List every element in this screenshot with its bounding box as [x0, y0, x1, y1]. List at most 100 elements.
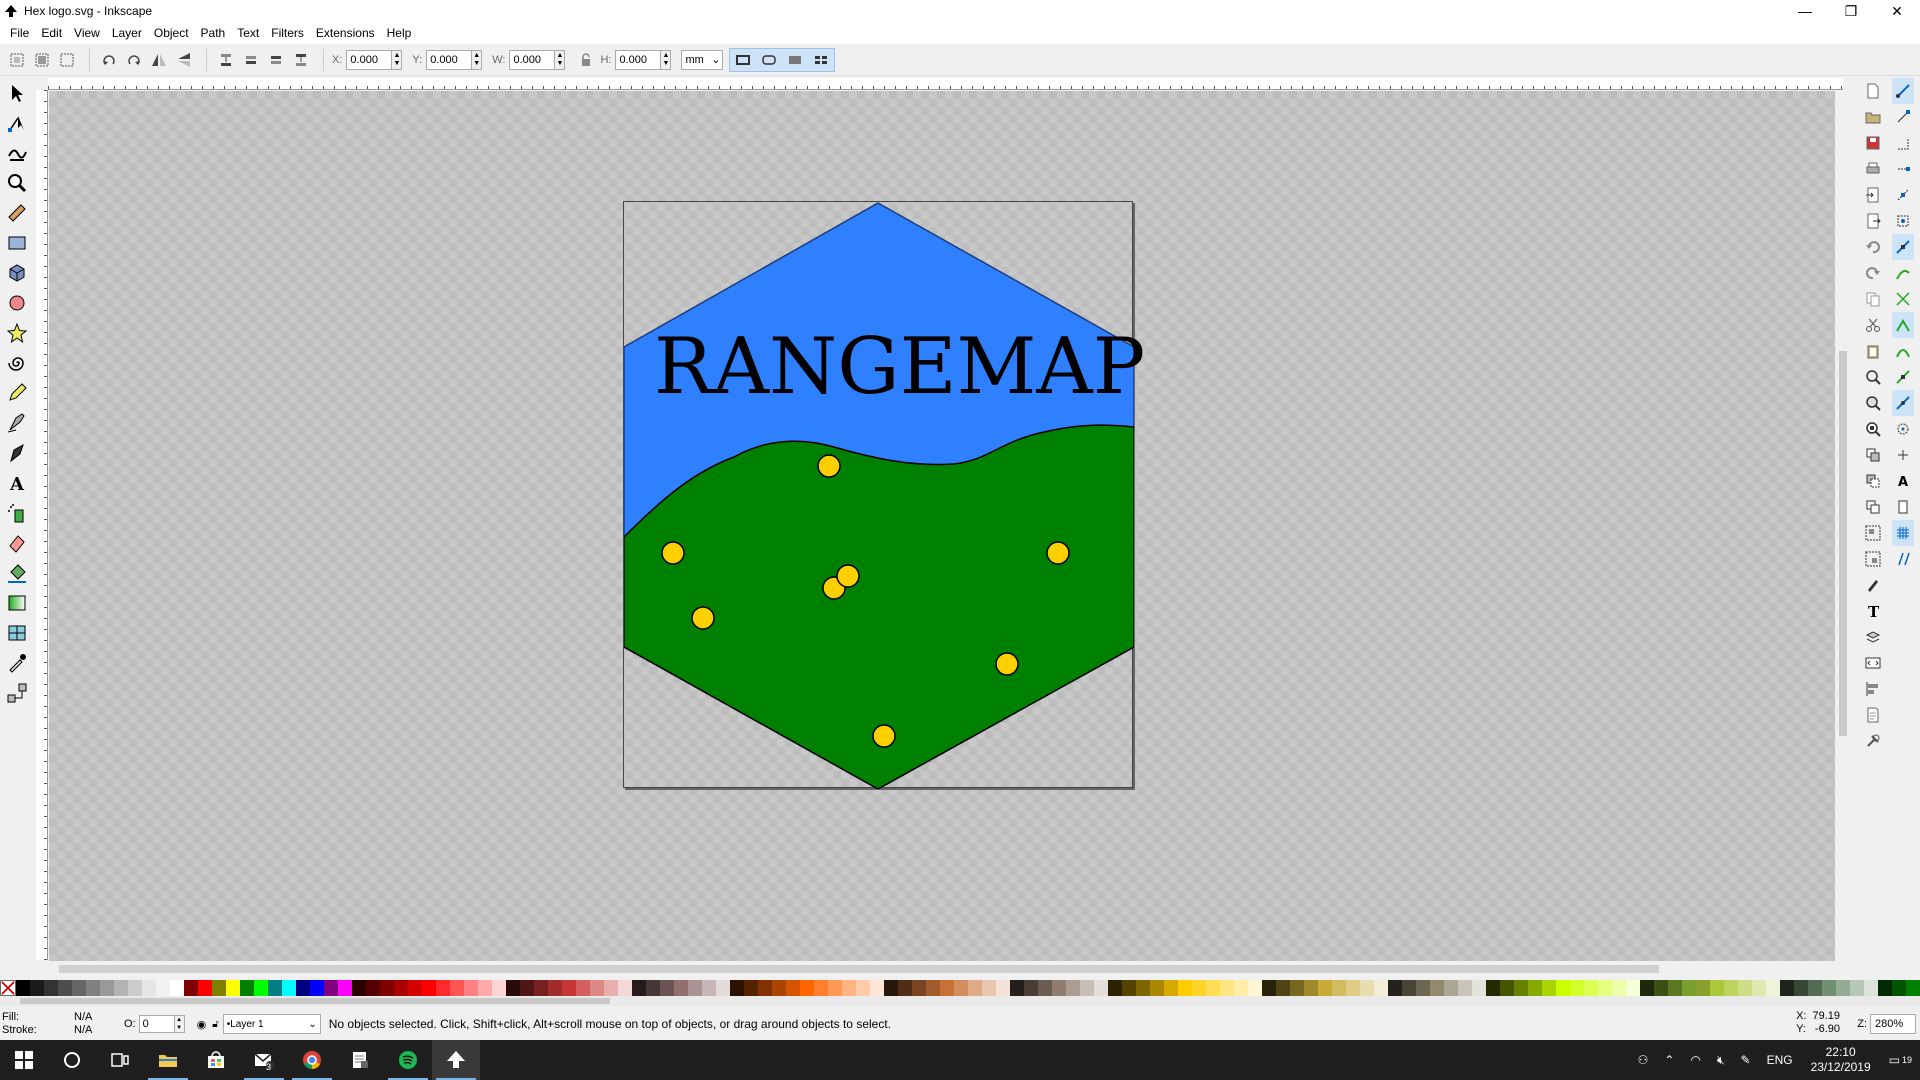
color-swatch[interactable]	[604, 980, 618, 996]
color-swatch[interactable]	[268, 980, 282, 996]
color-swatch[interactable]	[1794, 980, 1808, 996]
color-swatch[interactable]	[1262, 980, 1276, 996]
color-swatch[interactable]	[926, 980, 940, 996]
snap-intersections-icon[interactable]	[1892, 286, 1914, 312]
color-swatch[interactable]	[1500, 980, 1514, 996]
color-swatch[interactable]	[240, 980, 254, 996]
maximize-button[interactable]: ❐	[1828, 0, 1874, 22]
rotate-ccw-icon[interactable]	[98, 49, 120, 71]
color-swatch[interactable]	[1178, 980, 1192, 996]
color-swatch[interactable]	[1192, 980, 1206, 996]
color-swatch[interactable]	[1080, 980, 1094, 996]
color-swatch[interactable]	[1150, 980, 1164, 996]
paste-icon[interactable]	[1862, 338, 1884, 364]
export-icon[interactable]	[1862, 208, 1884, 234]
menu-file[interactable]: File	[4, 24, 35, 42]
zoom-selection-icon[interactable]	[1862, 364, 1884, 390]
eye-icon[interactable]: ◉	[197, 1018, 207, 1031]
color-swatch[interactable]	[478, 980, 492, 996]
color-swatch[interactable]	[1612, 980, 1626, 996]
color-swatch[interactable]	[1724, 980, 1738, 996]
snap-bbox-icon[interactable]	[1892, 104, 1914, 130]
color-swatch[interactable]	[1486, 980, 1500, 996]
color-swatch[interactable]	[590, 980, 604, 996]
open-folder-icon[interactable]	[1862, 104, 1884, 130]
menu-help[interactable]: Help	[381, 24, 418, 42]
color-swatch[interactable]	[366, 980, 380, 996]
color-swatch[interactable]	[632, 980, 646, 996]
flip-vertical-icon[interactable]	[173, 49, 195, 71]
color-swatch[interactable]	[282, 980, 296, 996]
rotate-cw-icon[interactable]	[123, 49, 145, 71]
color-swatch[interactable]	[1430, 980, 1444, 996]
color-swatch[interactable]	[1654, 980, 1668, 996]
color-swatch[interactable]	[968, 980, 982, 996]
color-swatch[interactable]	[562, 980, 576, 996]
color-swatch[interactable]	[226, 980, 240, 996]
w-input[interactable]	[509, 49, 556, 70]
undo-icon[interactable]	[1862, 234, 1884, 260]
color-swatch[interactable]	[1710, 980, 1724, 996]
snap-bbox-edges-icon[interactable]	[1892, 130, 1914, 156]
color-swatch[interactable]	[506, 980, 520, 996]
language-indicator[interactable]: ENG	[1767, 1053, 1793, 1067]
palette-scrollbar[interactable]	[0, 996, 1920, 1006]
color-swatch[interactable]	[520, 980, 534, 996]
copy-icon[interactable]	[1862, 286, 1884, 312]
color-swatch[interactable]	[1598, 980, 1612, 996]
color-swatch[interactable]	[758, 980, 772, 996]
color-swatch[interactable]	[1276, 980, 1290, 996]
color-swatch[interactable]	[1122, 980, 1136, 996]
snap-cusp-nodes-icon[interactable]	[1892, 312, 1914, 338]
color-swatch[interactable]	[450, 980, 464, 996]
lower-to-bottom-icon[interactable]	[215, 49, 237, 71]
color-swatch[interactable]	[730, 980, 744, 996]
xml-editor-icon[interactable]	[1862, 650, 1884, 676]
flip-horizontal-icon[interactable]	[148, 49, 170, 71]
snap-page-border-icon[interactable]	[1892, 494, 1914, 520]
layer-dropdown[interactable]: •Layer 1 ⌄	[222, 1014, 321, 1034]
zoom-tool-icon[interactable]	[3, 168, 31, 198]
color-swatch[interactable]	[394, 980, 408, 996]
color-swatch[interactable]	[156, 980, 170, 996]
node-tool-icon[interactable]	[3, 108, 31, 138]
notepad-icon[interactable]	[336, 1040, 384, 1080]
color-swatch[interactable]	[380, 980, 394, 996]
x-input[interactable]	[346, 49, 393, 70]
color-swatch[interactable]	[30, 980, 44, 996]
ellipse-tool-icon[interactable]	[3, 288, 31, 318]
raise-icon[interactable]	[265, 49, 287, 71]
align-distribute-icon[interactable]	[1862, 676, 1884, 702]
palette-scroll-thumb[interactable]	[20, 998, 610, 1004]
store-icon[interactable]	[192, 1040, 240, 1080]
color-swatch[interactable]	[198, 980, 212, 996]
color-swatch[interactable]	[982, 980, 996, 996]
color-swatch[interactable]	[1682, 980, 1696, 996]
color-swatch[interactable]	[16, 980, 30, 996]
color-swatch[interactable]	[58, 980, 72, 996]
print-icon[interactable]	[1862, 156, 1884, 182]
snap-text-baseline-icon[interactable]: A	[1892, 468, 1914, 494]
mail-icon[interactable]: 3	[240, 1040, 288, 1080]
color-swatch[interactable]	[744, 980, 758, 996]
color-swatch[interactable]	[464, 980, 478, 996]
color-swatch[interactable]	[142, 980, 156, 996]
h-input[interactable]	[615, 49, 662, 70]
color-swatch[interactable]	[912, 980, 926, 996]
wifi-icon[interactable]: ◠	[1690, 1053, 1700, 1067]
color-swatch[interactable]	[1206, 980, 1220, 996]
opacity-input[interactable]	[138, 1015, 175, 1033]
deselect-icon[interactable]	[56, 49, 78, 71]
document-page[interactable]: RANGEMAP	[623, 201, 1145, 789]
color-swatch[interactable]	[576, 980, 590, 996]
color-swatch[interactable]	[1108, 980, 1122, 996]
color-swatch[interactable]	[1360, 980, 1374, 996]
color-swatch[interactable]	[114, 980, 128, 996]
color-swatch[interactable]	[352, 980, 366, 996]
group-icon[interactable]	[1862, 520, 1884, 546]
color-swatch[interactable]	[1808, 980, 1822, 996]
snap-rotation-centers-icon[interactable]	[1892, 442, 1914, 468]
vertical-ruler[interactable]	[36, 90, 48, 960]
scale-stroke-icon[interactable]	[730, 49, 756, 71]
clock[interactable]: 22:10 23/12/2019	[1811, 1045, 1871, 1075]
